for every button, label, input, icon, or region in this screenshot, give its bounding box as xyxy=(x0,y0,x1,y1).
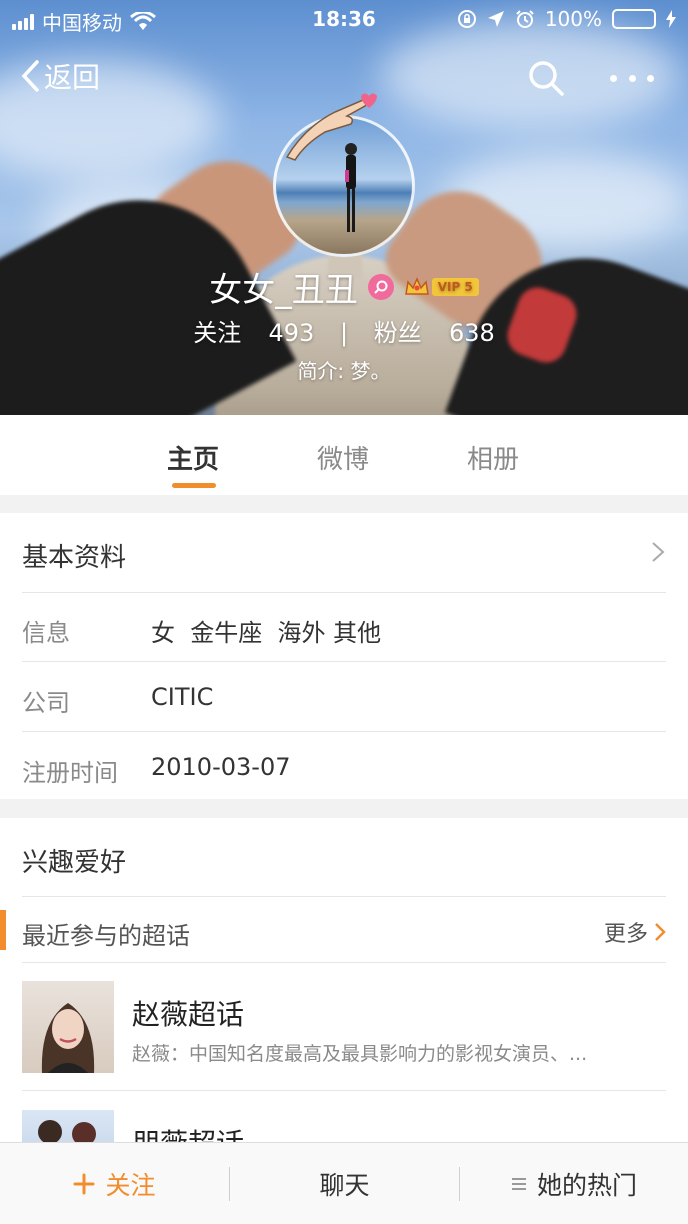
topic-title: 赵薇超话 xyxy=(132,998,245,1031)
register-date-value: 2010-03-07 xyxy=(151,753,291,781)
profile-header: 中国移动 18:36 100% 返回 女女_丑丑 VIP 5 关注 493 | … xyxy=(0,0,688,415)
back-label: 返回 xyxy=(44,61,101,94)
followers-label: 粉丝 xyxy=(373,319,422,347)
chat-button[interactable]: 聊天 xyxy=(230,1143,459,1224)
tab-home[interactable]: 主页 xyxy=(167,439,219,476)
profile-bio: 简介: 梦。 xyxy=(297,359,391,383)
follow-button[interactable]: 关注 xyxy=(0,1143,229,1224)
topic-description: 赵薇：中国知名度最高及最具影响力的影视女演员、... xyxy=(132,1043,588,1065)
info-value: 女 金牛座 海外 其他 xyxy=(151,619,382,647)
tab-weibo[interactable]: 微博 xyxy=(317,439,369,476)
section-accent-bar xyxy=(0,910,6,950)
username: 女女_丑丑 xyxy=(209,270,358,309)
interests-header: 兴趣爱好 xyxy=(22,842,666,882)
chat-label: 聊天 xyxy=(319,1171,370,1200)
search-badge-icon[interactable] xyxy=(367,274,394,300)
basic-info-section: 基本资料 信息 女 金牛座 海外 其他 公司 CITIC 注册时间 2010-0… xyxy=(0,513,688,799)
following-count: 493 xyxy=(268,319,315,347)
followers-stat[interactable]: 粉丝 638 xyxy=(368,319,501,347)
battery-icon xyxy=(612,9,656,29)
company-value: CITIC xyxy=(151,683,214,711)
recent-topics-title: 最近参与的超话 xyxy=(22,922,190,950)
tab-album[interactable]: 相册 xyxy=(467,439,519,476)
chevron-right-icon xyxy=(655,923,666,941)
interests-section: 兴趣爱好 最近参与的超话 更多 赵薇超话 赵薇：中国知名度最高及最具影响力的影视… xyxy=(0,818,688,1202)
plus-icon xyxy=(73,1173,95,1195)
divider xyxy=(22,962,666,963)
divider xyxy=(22,661,666,662)
interests-title: 兴趣爱好 xyxy=(22,848,127,878)
divider xyxy=(22,592,666,593)
back-chevron-icon xyxy=(21,60,39,92)
crown-icon xyxy=(404,277,429,295)
register-date-row: 注册时间 2010-03-07 xyxy=(22,753,666,787)
divider xyxy=(22,896,666,897)
more-topics-link[interactable]: 更多 xyxy=(604,916,666,948)
alarm-icon xyxy=(516,10,534,28)
portrait-image xyxy=(41,1003,95,1073)
bottom-action-bar: 关注 聊天 她的热门 xyxy=(0,1142,688,1224)
heart-hand-sticker xyxy=(285,93,377,161)
register-date-label: 注册时间 xyxy=(22,759,118,787)
company-label: 公司 xyxy=(22,689,70,717)
status-right: 100% xyxy=(457,7,676,31)
more-dots-icon[interactable] xyxy=(610,60,654,96)
vip-level-label: VIP 5 xyxy=(431,278,479,296)
search-icon[interactable] xyxy=(526,58,566,98)
topic-thumbnail xyxy=(22,981,114,1073)
divider xyxy=(22,1090,666,1091)
profile-name-row: 女女_丑丑 VIP 5 xyxy=(0,263,688,311)
her-hot-label: 她的热门 xyxy=(536,1171,637,1200)
following-stat[interactable]: 关注 493 xyxy=(187,319,320,347)
lock-rotation-icon xyxy=(457,10,476,28)
info-label: 信息 xyxy=(22,619,70,647)
follow-label: 关注 xyxy=(105,1171,156,1200)
basic-info-title: 基本资料 xyxy=(22,543,127,573)
vip-badge[interactable]: VIP 5 xyxy=(404,276,479,298)
company-row: 公司 CITIC xyxy=(22,683,666,717)
chevron-right-icon xyxy=(652,542,665,562)
stats-separator: | xyxy=(339,319,349,347)
status-bar: 中国移动 18:36 100% xyxy=(0,0,688,40)
her-hot-button[interactable]: 她的热门 xyxy=(460,1143,688,1224)
location-icon xyxy=(487,11,504,27)
back-button[interactable]: 返回 xyxy=(20,56,100,96)
basic-info-header[interactable]: 基本资料 xyxy=(22,537,666,577)
recent-topics-header: 最近参与的超话 更多 xyxy=(22,916,666,950)
divider xyxy=(22,731,666,732)
more-label: 更多 xyxy=(603,922,648,947)
charging-icon xyxy=(666,10,676,28)
followers-count: 638 xyxy=(448,319,495,347)
battery-percent: 100% xyxy=(544,7,602,31)
profile-tabs: 主页 微博 相册 xyxy=(0,415,688,495)
follow-stats: 关注 493 | 粉丝 638 xyxy=(0,313,688,348)
active-tab-indicator xyxy=(172,483,216,488)
topic-item[interactable]: 赵薇超话 赵薇：中国知名度最高及最具影响力的影视女演员、... xyxy=(22,981,666,1073)
following-label: 关注 xyxy=(193,319,242,347)
menu-lines-icon xyxy=(511,1178,526,1190)
info-row: 信息 女 金牛座 海外 其他 xyxy=(22,613,666,647)
